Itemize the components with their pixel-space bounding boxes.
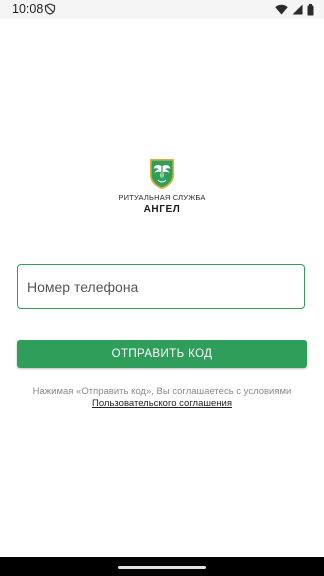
status-bar: 10:08	[0, 0, 324, 19]
home-gesture-handle[interactable]	[118, 566, 206, 569]
status-time: 10:08	[12, 2, 44, 16]
terms-text: Нажимая «Отправить код», Вы соглашаетесь…	[32, 386, 292, 397]
status-icons	[275, 3, 314, 16]
terms-notice: Нажимая «Отправить код», Вы соглашаетесь…	[0, 386, 324, 410]
user-agreement-link[interactable]: Пользовательского соглашения	[92, 398, 232, 410]
phone-input[interactable]	[27, 265, 297, 308]
battery-icon	[307, 3, 314, 16]
wifi-icon	[275, 4, 288, 15]
brand-logo: РИТУАЛЬНАЯ СЛУЖБА АНГЕЛ	[0, 158, 324, 215]
shield-icon	[44, 3, 56, 15]
login-screen: 10:08 РИТУАЛЬНАЯ СЛУЖБА АНГЕЛ Номер теле…	[0, 0, 324, 576]
signal-icon	[292, 4, 303, 15]
send-code-button[interactable]: ОТПРАВИТЬ КОД	[17, 340, 307, 368]
phone-field[interactable]	[17, 264, 305, 309]
angel-wings-emblem	[150, 159, 174, 189]
brand-name: АНГЕЛ	[143, 204, 181, 215]
brand-caption: РИТУАЛЬНАЯ СЛУЖБА	[118, 193, 206, 202]
system-nav-bar	[0, 557, 324, 576]
